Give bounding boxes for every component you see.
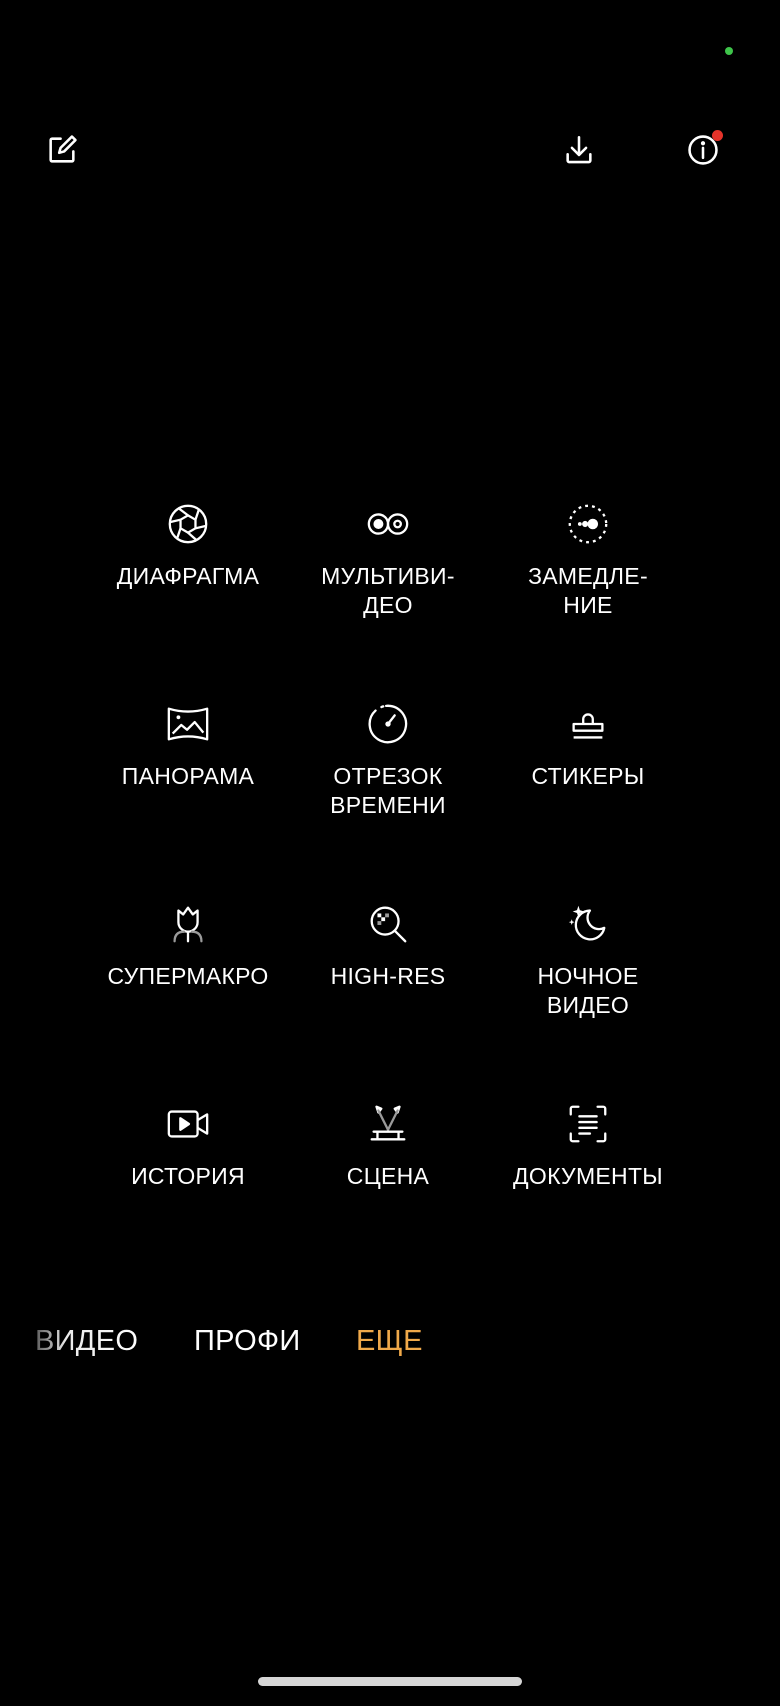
mode-label: ПАНОРАМА: [121, 763, 255, 789]
aperture-icon: [164, 500, 212, 548]
mode-label: ЗАМЕДЛЕ- НИЕ: [528, 563, 648, 618]
tab-video[interactable]: ВИДЕО: [35, 1318, 138, 1364]
mode-tabs: ВИДЕО ПРОФИ ЕЩЕ: [0, 1318, 780, 1368]
timer-icon: [364, 700, 412, 748]
stage-light-icon: [364, 1100, 412, 1148]
info-button[interactable]: [675, 122, 731, 178]
download-button[interactable]: [551, 122, 607, 178]
mode-label: СУПЕРМАКРО: [107, 963, 269, 989]
multi-video-icon: [364, 500, 412, 548]
mode-stickers[interactable]: СТИКЕРЫ: [488, 700, 688, 900]
mode-stage[interactable]: СЦЕНА: [288, 1100, 488, 1300]
mode-documents[interactable]: ДОКУМЕНТЫ: [488, 1100, 688, 1300]
zoom-search-icon: [364, 900, 412, 948]
mode-aperture[interactable]: ДИАФРАГМА: [88, 500, 288, 700]
edit-icon: [45, 133, 79, 167]
mode-panorama[interactable]: ПАНОРАМА: [88, 700, 288, 900]
mode-multi-video[interactable]: МУЛЬТИВИ- ДЕО: [288, 500, 488, 700]
camera-in-use-indicator: [725, 47, 733, 55]
slow-motion-icon: [564, 500, 612, 548]
tab-pro[interactable]: ПРОФИ: [194, 1318, 301, 1364]
mode-label: СЦЕНА: [346, 1163, 430, 1189]
mode-label: ДОКУМЕНТЫ: [513, 1163, 663, 1189]
download-icon: [562, 133, 596, 167]
video-story-icon: [164, 1100, 212, 1148]
mode-night-video[interactable]: НОЧНОЕ ВИДЕО: [488, 900, 688, 1100]
mode-slow-motion[interactable]: ЗАМЕДЛЕ- НИЕ: [488, 500, 688, 700]
document-scan-icon: [564, 1100, 612, 1148]
moon-icon: [564, 900, 612, 948]
notification-dot: [712, 130, 723, 141]
mode-label: ИСТОРИЯ: [131, 1163, 245, 1189]
mode-label: HIGH-RES: [330, 963, 446, 989]
mode-story[interactable]: ИСТОРИЯ: [88, 1100, 288, 1300]
flower-icon: [164, 900, 212, 948]
mode-high-res[interactable]: HIGH-RES: [288, 900, 488, 1100]
mode-label: НОЧНОЕ ВИДЕО: [537, 963, 639, 1018]
edit-button[interactable]: [34, 122, 90, 178]
mode-label: МУЛЬТИВИ- ДЕО: [321, 563, 455, 618]
tab-more[interactable]: ЕЩЕ: [356, 1318, 423, 1364]
stamp-icon: [564, 700, 612, 748]
mode-time-lapse[interactable]: ОТРЕЗОК ВРЕМЕНИ: [288, 700, 488, 900]
mode-label: ДИАФРАГМА: [116, 563, 260, 589]
mode-label: СТИКЕРЫ: [531, 763, 645, 789]
panorama-icon: [164, 700, 212, 748]
mode-super-macro[interactable]: СУПЕРМАКРО: [88, 900, 288, 1100]
home-indicator[interactable]: [258, 1677, 522, 1686]
mode-label: ОТРЕЗОК ВРЕМЕНИ: [330, 763, 446, 818]
mode-grid: ДИАФРАГМА МУЛЬТИВИ- ДЕО ЗАМЕДЛЕ- НИЕ ПАН…: [88, 500, 688, 1300]
